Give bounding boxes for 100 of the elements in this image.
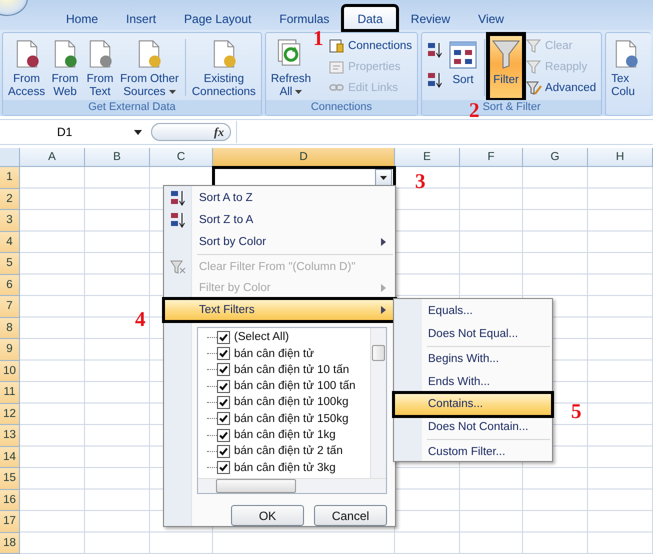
name-box[interactable]: D1 bbox=[0, 122, 146, 142]
menu-item[interactable]: Does Not Equal... bbox=[394, 322, 552, 345]
checkbox[interactable] bbox=[217, 412, 230, 426]
connections-icon bbox=[329, 38, 346, 54]
dialog-button[interactable]: OK bbox=[231, 505, 304, 526]
filter-button[interactable]: Filter bbox=[489, 35, 524, 99]
value-label: bán cân điện tử 3kg bbox=[234, 462, 336, 474]
caret-icon bbox=[380, 176, 387, 180]
row-header[interactable]: 8 bbox=[0, 318, 20, 339]
row-header[interactable]: 3 bbox=[0, 210, 20, 232]
sort-descending-icon bbox=[427, 71, 444, 89]
checkbox[interactable] bbox=[217, 461, 230, 474]
menu-item[interactable]: Does Not Contain... bbox=[394, 416, 552, 438]
value-label: bán cân điện tử 150kg bbox=[234, 412, 348, 425]
funnel-pencil-icon bbox=[526, 80, 542, 96]
filter-dropdown-button[interactable] bbox=[375, 169, 392, 186]
row-header[interactable]: 16 bbox=[0, 490, 20, 511]
checkbox[interactable] bbox=[217, 330, 230, 344]
step-number: 5 bbox=[571, 401, 582, 422]
properties-icon bbox=[329, 58, 346, 74]
ribbon-tab[interactable]: View bbox=[464, 6, 518, 30]
row-header[interactable]: 9 bbox=[0, 339, 20, 360]
column-header[interactable]: C bbox=[150, 148, 213, 167]
menu-item[interactable]: Equals... bbox=[394, 300, 552, 322]
ribbon-tab[interactable]: Page Layout bbox=[170, 6, 266, 30]
menu-item[interactable]: Sort Z to A bbox=[164, 208, 395, 231]
ribbon-tab[interactable]: Home bbox=[52, 6, 112, 30]
clear-filter-icon bbox=[170, 258, 186, 274]
row-header[interactable]: 7 bbox=[0, 296, 20, 318]
menu-item[interactable]: Contains... bbox=[394, 393, 552, 416]
row-header[interactable]: 18 bbox=[0, 532, 20, 554]
menu-item[interactable]: Text Filters bbox=[164, 299, 395, 322]
value-label: bán cân điện tử 100 tấn bbox=[234, 380, 356, 392]
horizontal-scrollbar[interactable] bbox=[198, 478, 386, 494]
checkbox[interactable] bbox=[217, 363, 230, 376]
funnel-icon bbox=[526, 38, 542, 54]
row-header[interactable]: 17 bbox=[0, 511, 20, 532]
column-header[interactable]: B bbox=[85, 148, 150, 167]
ribbon-button[interactable]: Refresh All bbox=[268, 35, 314, 99]
menu-item[interactable]: Custom Filter... bbox=[394, 441, 552, 464]
checkbox[interactable] bbox=[217, 396, 230, 409]
sort-ascending-icon bbox=[427, 41, 444, 59]
row-header[interactable]: 14 bbox=[0, 446, 20, 468]
checkbox[interactable] bbox=[217, 428, 230, 442]
row-header[interactable]: 13 bbox=[0, 425, 20, 446]
step-number: 2 bbox=[469, 100, 480, 121]
menu-item[interactable]: Sort A to Z bbox=[164, 187, 395, 209]
menu-item[interactable]: Begins With... bbox=[394, 348, 552, 370]
insert-function-button[interactable]: fx bbox=[151, 123, 231, 141]
row-header[interactable]: 10 bbox=[0, 360, 20, 382]
column-header[interactable]: A bbox=[20, 148, 85, 167]
step-number: 1 bbox=[313, 28, 324, 49]
column-header[interactable]: F bbox=[460, 148, 523, 167]
row-header[interactable]: 15 bbox=[0, 468, 20, 490]
ribbon-button[interactable]: From Web bbox=[48, 35, 82, 99]
ribbon-tab[interactable]: Review bbox=[396, 6, 464, 30]
ribbon-tab[interactable]: Insert bbox=[112, 6, 170, 30]
row-header[interactable]: 2 bbox=[0, 188, 20, 210]
row-header[interactable]: 11 bbox=[0, 382, 20, 404]
value-label: bán cân điện tử 1kg bbox=[234, 429, 336, 442]
value-label: bán cân điện tử 2 tấn bbox=[234, 445, 343, 458]
sort-descending-icon bbox=[170, 210, 186, 229]
checkbox[interactable] bbox=[217, 347, 230, 360]
menu-item[interactable]: Sort by Color bbox=[164, 230, 395, 253]
ribbon-button[interactable]: Advanced bbox=[524, 77, 598, 98]
funnel-icon bbox=[491, 38, 522, 70]
row-header[interactable]: 4 bbox=[0, 232, 20, 253]
ribbon-tab[interactable]: Formulas bbox=[265, 6, 344, 30]
ribbon-button[interactable]: From Text bbox=[83, 35, 118, 99]
value-label: bán cân điện tử 100kg bbox=[234, 396, 348, 408]
value-label: bán cân điện tử bbox=[234, 348, 314, 360]
row-header[interactable]: 12 bbox=[0, 404, 20, 425]
column-header[interactable]: H bbox=[588, 148, 653, 167]
caret-icon bbox=[134, 130, 142, 134]
row-header[interactable]: 6 bbox=[0, 274, 20, 296]
column-header[interactable]: E bbox=[395, 148, 460, 167]
ribbon-button[interactable]: Tex Colu bbox=[609, 35, 644, 99]
ribbon-button[interactable]: Connections bbox=[327, 35, 414, 56]
menu-item[interactable]: Ends With... bbox=[394, 370, 552, 393]
group-label: Connections bbox=[266, 100, 418, 115]
ribbon-tab[interactable]: Data bbox=[343, 6, 397, 30]
value-label: (Select All) bbox=[234, 331, 289, 344]
column-header[interactable]: G bbox=[523, 148, 588, 167]
checkbox[interactable] bbox=[217, 380, 230, 393]
ribbon-button[interactable]: Existing Connections bbox=[190, 35, 258, 99]
checkbox[interactable] bbox=[217, 444, 230, 458]
step-number: 4 bbox=[135, 309, 146, 330]
row-header[interactable]: 5 bbox=[0, 253, 20, 274]
column-header[interactable]: D bbox=[213, 148, 395, 167]
sort-ascending-icon bbox=[170, 188, 186, 207]
funnel-icon bbox=[526, 58, 542, 74]
step-number: 3 bbox=[415, 171, 426, 192]
value-label: bán cân điện tử 10 tấn bbox=[234, 364, 350, 376]
ribbon-button[interactable]: From Access bbox=[6, 35, 48, 99]
ribbon-button[interactable]: From Other Sources bbox=[118, 35, 181, 99]
group-label: Get External Data bbox=[3, 100, 261, 115]
ribbon-button[interactable]: Sort bbox=[446, 35, 480, 99]
row-header[interactable]: 1 bbox=[0, 167, 20, 188]
dialog-button[interactable]: Cancel bbox=[314, 505, 387, 526]
vertical-scrollbar[interactable] bbox=[370, 328, 386, 478]
